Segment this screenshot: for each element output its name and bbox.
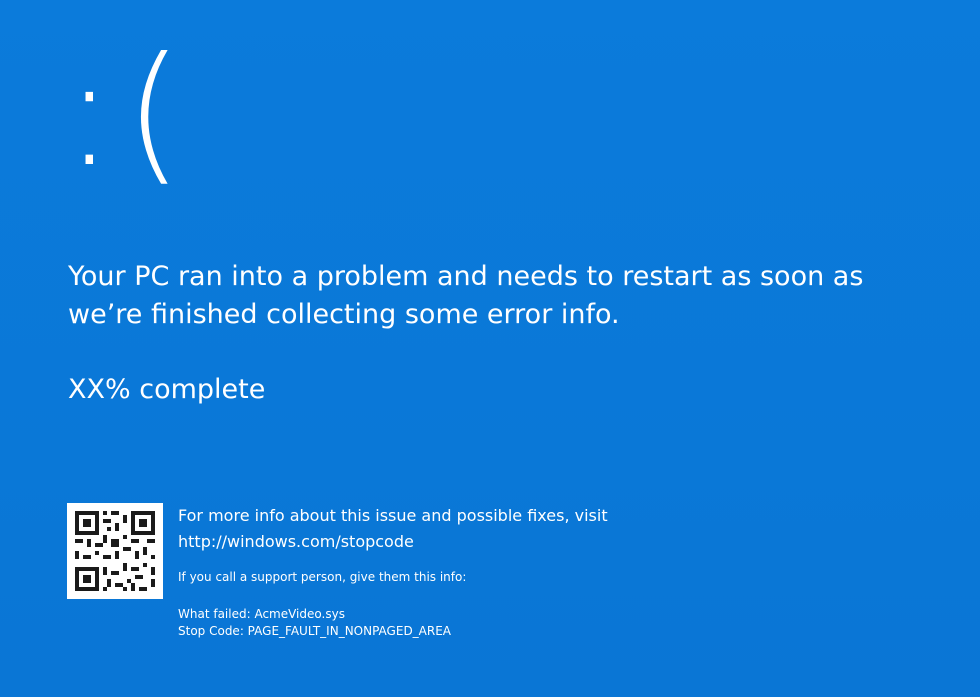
sad-face-icon: :( xyxy=(64,26,194,200)
what-failed-text: What failed: AcmeVideo.sys xyxy=(178,607,345,621)
error-details: What failed: AcmeVideo.sys Stop Code: PA… xyxy=(178,606,878,640)
qr-code-icon xyxy=(67,503,163,599)
qr-code-graphic xyxy=(67,503,163,599)
stop-code-text: Stop Code: PAGE_FAULT_IN_NONPAGED_AREA xyxy=(178,624,452,638)
progress-text: XX% complete xyxy=(68,374,266,405)
bsod-screen: :( Your PC ran into a problem and needs … xyxy=(0,0,980,697)
more-info-text: For more info about this issue and possi… xyxy=(178,506,608,525)
error-message: Your PC ran into a problem and needs to … xyxy=(68,261,864,330)
stopcode-link: http://windows.com/stopcode xyxy=(178,532,414,551)
support-hint-text: If you call a support person, give them … xyxy=(178,570,467,584)
info-panel: For more info about this issue and possi… xyxy=(178,503,878,640)
